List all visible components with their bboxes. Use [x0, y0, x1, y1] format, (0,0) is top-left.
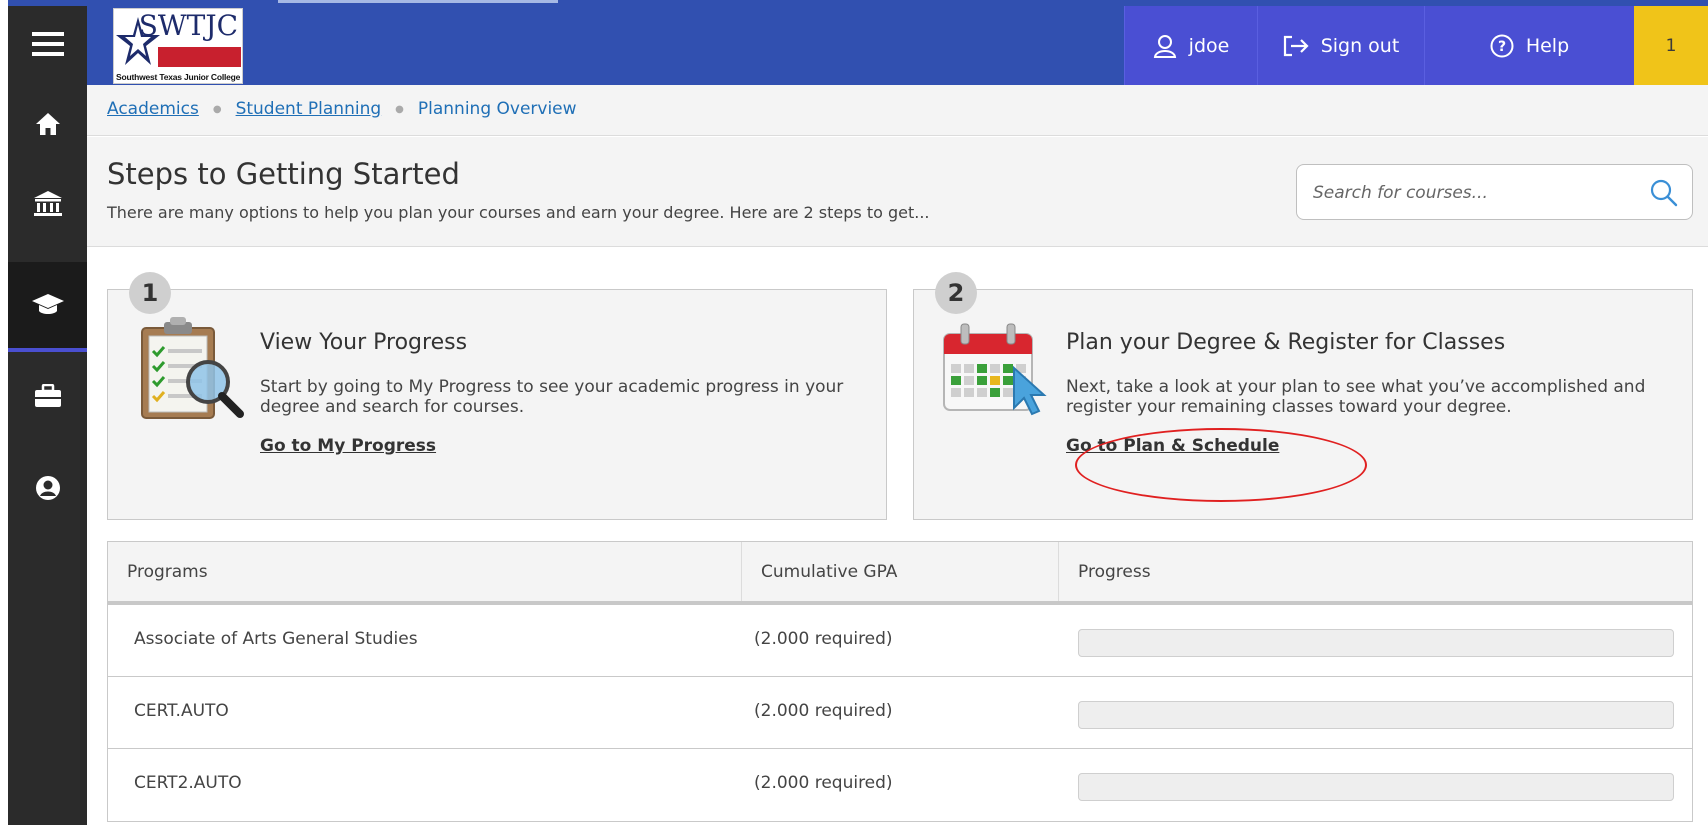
sidebar-item-briefcase[interactable]	[8, 358, 87, 434]
step-description: Start by going to My Progress to see you…	[260, 377, 844, 417]
briefcase-icon	[34, 384, 61, 407]
gpa-requirement: (2.000 required)	[754, 773, 893, 793]
step-title: Plan your Degree & Register for Classes	[1066, 330, 1506, 355]
user-icon	[1153, 34, 1176, 58]
breadcrumb-separator: ●	[395, 103, 404, 115]
sidebar-item-home[interactable]	[8, 86, 87, 162]
breadcrumb-current: Planning Overview	[417, 99, 577, 119]
course-search	[1296, 164, 1693, 220]
sidebar	[8, 6, 87, 825]
breadcrumb: Academics ● Student Planning ● Planning …	[107, 99, 577, 119]
table-header: Programs Cumulative GPA Progress	[108, 542, 1692, 605]
progress-cell	[1059, 749, 1692, 821]
gpa-requirement: (2.000 required)	[754, 701, 893, 721]
college-logo[interactable]: SWTJC Southwest Texas Junior College	[113, 8, 243, 84]
table-row[interactable]: Associate of Arts General Studies (2.000 …	[108, 605, 1692, 677]
table-body: Associate of Arts General Studies (2.000 …	[108, 605, 1692, 821]
menu-button[interactable]	[8, 6, 87, 82]
logo-red-bar	[158, 47, 241, 67]
sidebar-item-academics-building[interactable]	[8, 166, 87, 242]
graduation-cap-icon	[31, 294, 64, 314]
sign-out-label: Sign out	[1320, 34, 1400, 57]
step-number-badge: 1	[129, 272, 171, 314]
logo-subtext: Southwest Texas Junior College	[116, 72, 241, 82]
page-title: Steps to Getting Started	[107, 157, 460, 191]
program-name: CERT.AUTO	[134, 701, 229, 721]
progress-bar	[1078, 773, 1674, 801]
search-icon[interactable]	[1650, 179, 1678, 207]
table-row[interactable]: CERT2.AUTO (2.000 required)	[108, 749, 1692, 821]
notification-badge[interactable]: 1	[1634, 6, 1708, 85]
breadcrumb-student-planning[interactable]: Student Planning	[236, 99, 382, 119]
table-row[interactable]: CERT.AUTO (2.000 required)	[108, 677, 1692, 749]
step-description: Next, take a look at your plan to see wh…	[1066, 377, 1646, 417]
go-to-my-progress-link[interactable]: Go to My Progress	[260, 436, 436, 456]
sidebar-item-student-planning[interactable]	[8, 262, 87, 352]
home-icon	[35, 113, 60, 135]
username-label: jdoe	[1188, 34, 1230, 57]
breadcrumb-bar: Academics ● Student Planning ● Planning …	[87, 85, 1708, 136]
bank-icon	[33, 191, 62, 216]
help-icon: ?	[1490, 34, 1514, 57]
step-card-progress: 1 View Your Progress Start by going to M…	[107, 272, 887, 520]
notification-count: 1	[1665, 35, 1677, 56]
svg-text:?: ?	[1498, 39, 1506, 55]
search-input[interactable]	[1313, 179, 1633, 207]
programs-table: Programs Cumulative GPA Progress Associa…	[107, 541, 1693, 822]
page-subtitle: There are many options to help you plan …	[107, 203, 930, 222]
page-header: Steps to Getting Started There are many …	[87, 137, 1708, 247]
header-programs: Programs	[108, 542, 742, 601]
step-number-badge: 2	[935, 272, 977, 314]
calendar-cursor-icon	[943, 323, 1047, 416]
annotation-circle	[1075, 428, 1367, 502]
help-button[interactable]: ? Help	[1424, 6, 1634, 85]
user-circle-icon	[35, 476, 60, 500]
user-menu-button[interactable]: jdoe	[1124, 6, 1257, 85]
progress-cell	[1059, 605, 1692, 676]
breadcrumb-separator: ●	[212, 103, 222, 115]
menu-icon	[31, 32, 64, 56]
top-header: SWTJC Southwest Texas Junior College jdo…	[87, 6, 1708, 85]
program-name: Associate of Arts General Studies	[134, 629, 418, 649]
progress-cell	[1059, 677, 1692, 748]
program-name: CERT2.AUTO	[134, 773, 242, 793]
progress-bar	[1078, 629, 1674, 657]
gpa-requirement: (2.000 required)	[754, 629, 893, 649]
header-progress: Progress	[1078, 561, 1151, 582]
step-title: View Your Progress	[260, 330, 468, 355]
progress-bar	[1078, 701, 1674, 729]
sign-out-icon	[1283, 35, 1309, 56]
help-label: Help	[1525, 34, 1570, 57]
sidebar-item-profile[interactable]	[8, 450, 87, 526]
logo-text: SWTJC	[138, 9, 238, 42]
breadcrumb-academics[interactable]: Academics	[107, 99, 199, 119]
header-cumulative-gpa: Cumulative GPA	[742, 542, 1059, 601]
sign-out-button[interactable]: Sign out	[1257, 6, 1424, 85]
top-strip-highlight	[278, 0, 558, 3]
clipboard-checklist-icon	[141, 317, 244, 419]
